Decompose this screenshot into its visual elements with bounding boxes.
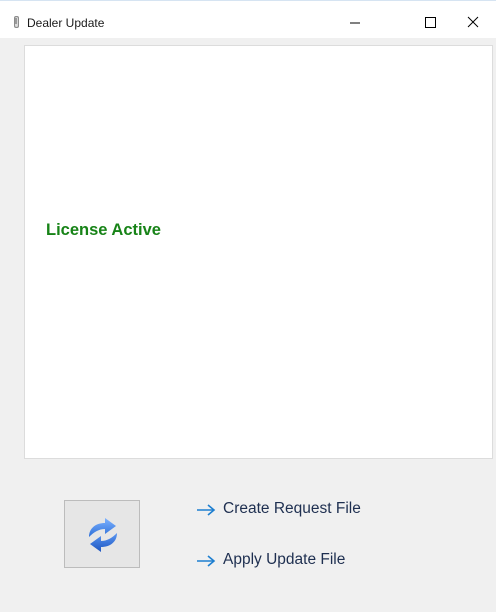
dealer-app-icon [10, 15, 24, 29]
arrow-right-icon [196, 503, 216, 517]
license-info-panel: License Active [24, 45, 493, 459]
apply-update-file-label: Apply Update File [223, 551, 346, 568]
arrow-right-icon [196, 554, 216, 568]
create-request-file-label: Create Request File [223, 500, 361, 517]
license-status-text: License Active [46, 221, 161, 239]
maximize-button[interactable] [407, 6, 453, 38]
title-bar[interactable]: Dealer Update [0, 6, 496, 38]
dealer-update-window: Dealer Update License Active Create Requ… [0, 0, 496, 612]
window-title: Dealer Update [27, 16, 105, 30]
minimize-button[interactable] [332, 6, 378, 38]
close-button[interactable] [450, 6, 496, 38]
refresh-button[interactable] [64, 500, 140, 568]
